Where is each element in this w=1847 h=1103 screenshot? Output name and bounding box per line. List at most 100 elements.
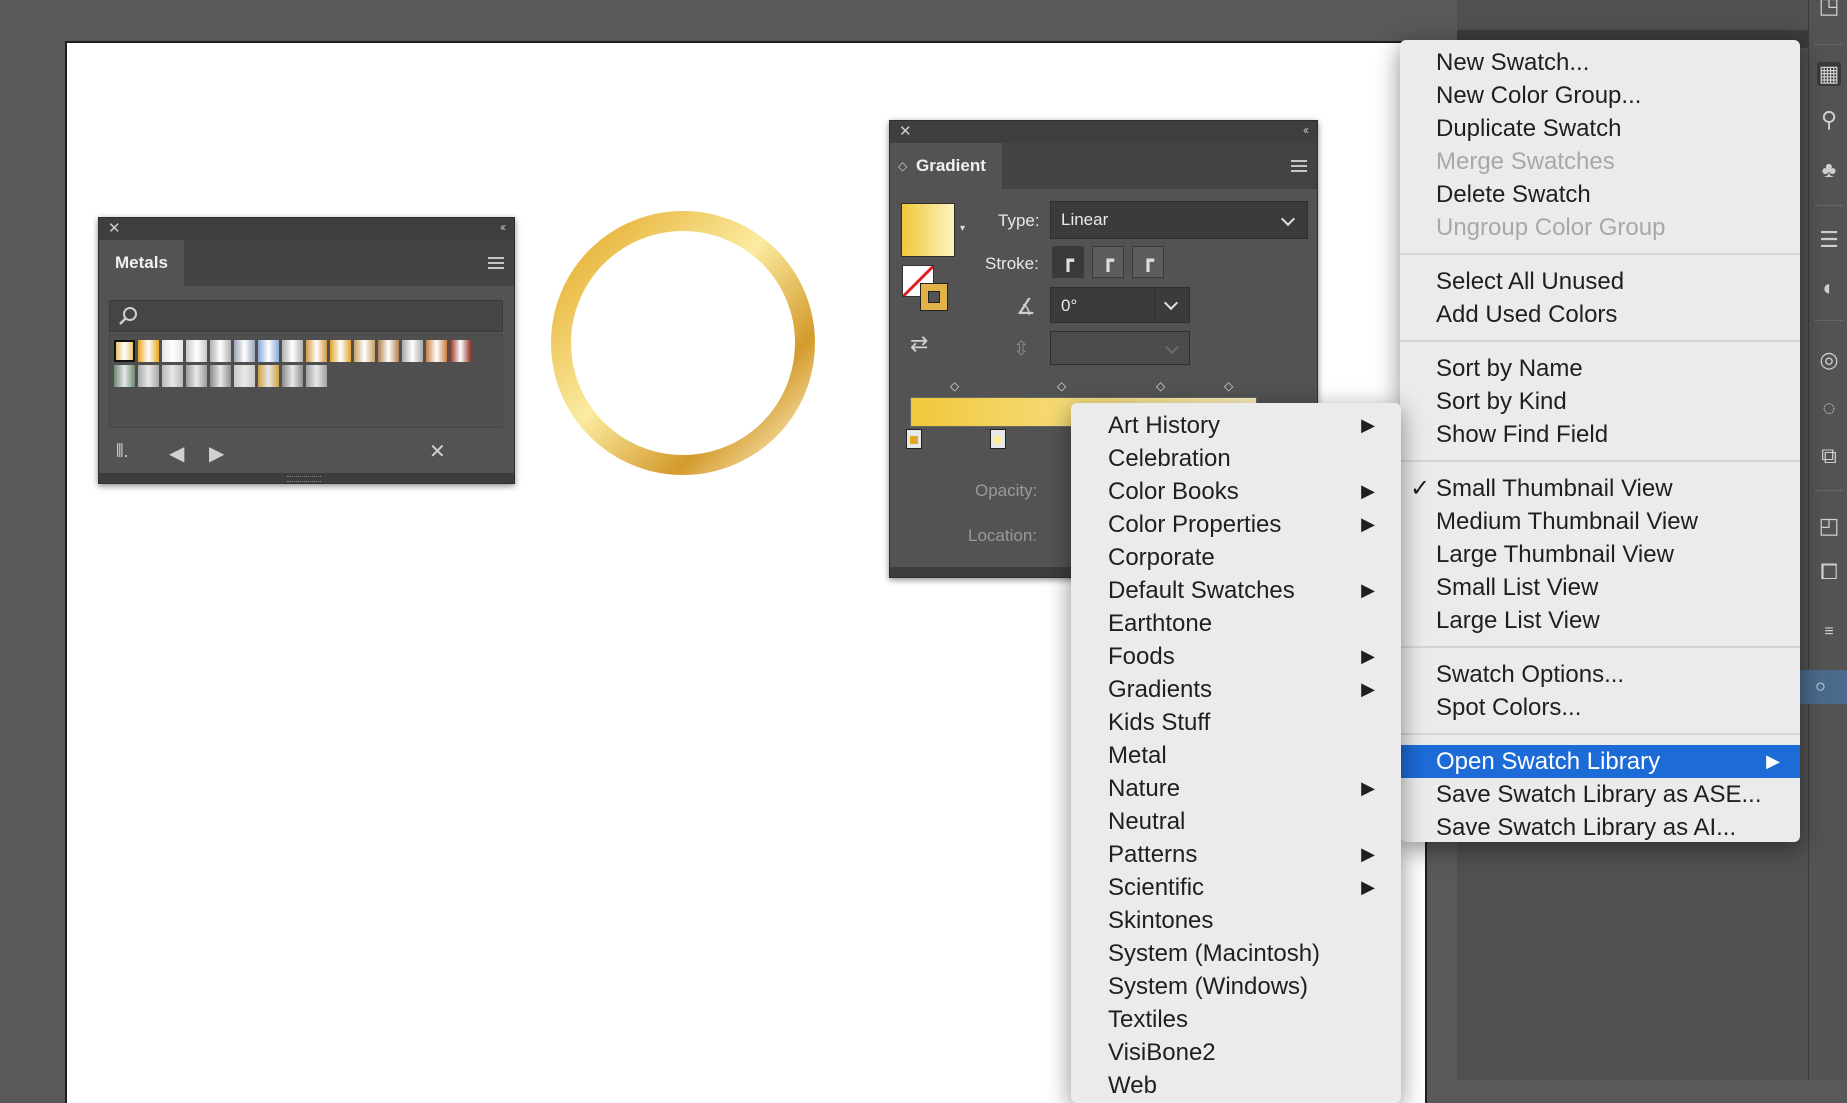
- stroke-within-button[interactable]: ┏: [1052, 246, 1084, 278]
- swatch[interactable]: [234, 340, 255, 362]
- swatch[interactable]: [282, 365, 303, 387]
- library-menu-item[interactable]: Foods ▶: [1071, 640, 1401, 673]
- swatch-libraries-menu-icon[interactable]: ⫴.: [116, 441, 129, 462]
- library-menu-item[interactable]: Kids Stuff: [1071, 706, 1401, 739]
- swatch-search-input[interactable]: [109, 300, 503, 332]
- library-menu-item[interactable]: Corporate: [1071, 541, 1401, 574]
- color-stop-1[interactable]: [906, 429, 922, 449]
- collapse-icon[interactable]: ‹‹: [1303, 123, 1309, 137]
- swatch[interactable]: [426, 340, 447, 362]
- close-icon[interactable]: ✕: [108, 219, 121, 237]
- library-menu-item[interactable]: Earthtone: [1071, 607, 1401, 640]
- swatch[interactable]: [114, 365, 135, 387]
- swatch-tool-icon[interactable]: ✕: [429, 439, 446, 464]
- swatch[interactable]: [330, 340, 351, 362]
- midpoint-diamond[interactable]: ◇: [1057, 379, 1066, 393]
- swatch[interactable]: [186, 340, 207, 362]
- library-menu-item[interactable]: Metal: [1071, 739, 1401, 772]
- layer-target-icon[interactable]: ○: [1815, 676, 1826, 697]
- swatch[interactable]: [306, 340, 327, 362]
- angle-input[interactable]: 0°: [1050, 287, 1190, 323]
- collapse-icon[interactable]: ‹‹: [500, 220, 506, 234]
- menu-item[interactable]: Swatch Options...: [1400, 658, 1800, 691]
- swatch[interactable]: [162, 340, 183, 362]
- swatch[interactable]: [210, 365, 231, 387]
- tab-metals[interactable]: Metals: [99, 240, 184, 286]
- library-menu-item[interactable]: VisiBone2: [1071, 1036, 1401, 1069]
- swatch[interactable]: [282, 340, 303, 362]
- swatch[interactable]: [402, 340, 423, 362]
- stroke-across-button[interactable]: ┏: [1132, 246, 1164, 278]
- gold-ring-artwork[interactable]: [548, 208, 818, 478]
- menu-item[interactable]: Sort by Name: [1400, 352, 1800, 385]
- menu-item[interactable]: Spot Colors...: [1400, 691, 1800, 724]
- menu-item[interactable]: Select All Unused: [1400, 265, 1800, 298]
- menu-item[interactable]: Small List View: [1400, 571, 1800, 604]
- library-menu-item[interactable]: Textiles: [1071, 1003, 1401, 1036]
- swatch[interactable]: [138, 340, 159, 362]
- menu-item[interactable]: Sort by Kind: [1400, 385, 1800, 418]
- tool-icon-top[interactable]: ◳: [1817, 0, 1841, 18]
- swatch[interactable]: [138, 365, 159, 387]
- gradient-preview-swatch[interactable]: [901, 203, 955, 257]
- menu-item[interactable]: Large List View: [1400, 604, 1800, 637]
- library-menu-item[interactable]: Gradients ▶: [1071, 673, 1401, 706]
- more-panels-icon[interactable]: ≡: [1817, 620, 1841, 644]
- menu-item[interactable]: ✓ Small Thumbnail View: [1400, 472, 1800, 505]
- gradient-dropdown-icon[interactable]: ▾: [960, 223, 965, 234]
- resize-grip[interactable]: [99, 473, 514, 483]
- appearance-panel-icon[interactable]: ◎: [1817, 348, 1841, 372]
- graphic-styles-panel-icon[interactable]: ◌: [1817, 396, 1841, 420]
- swatch[interactable]: [234, 365, 255, 387]
- gradient-type-select[interactable]: Linear: [1050, 201, 1308, 239]
- midpoint-diamond[interactable]: ◇: [1156, 379, 1165, 393]
- menu-item[interactable]: Show Find Field: [1400, 418, 1800, 451]
- panel-menu-icon[interactable]: [488, 257, 504, 269]
- close-icon[interactable]: ✕: [899, 122, 912, 140]
- menu-item[interactable]: Save Swatch Library as ASE...: [1400, 778, 1800, 811]
- menu-item[interactable]: Duplicate Swatch: [1400, 112, 1800, 145]
- color-stop-2[interactable]: [990, 429, 1006, 449]
- menu-item[interactable]: New Swatch...: [1400, 46, 1800, 79]
- menu-item[interactable]: Medium Thumbnail View: [1400, 505, 1800, 538]
- library-menu-item[interactable]: Nature ▶: [1071, 772, 1401, 805]
- layers-panel-icon[interactable]: ⧉: [1817, 444, 1841, 468]
- swatch-selected[interactable]: [114, 340, 135, 362]
- brushes-panel-icon[interactable]: ⚲: [1817, 108, 1841, 132]
- library-menu-item[interactable]: Scientific ▶: [1071, 871, 1401, 904]
- swatch[interactable]: [258, 365, 279, 387]
- library-menu-item[interactable]: Skintones: [1071, 904, 1401, 937]
- tab-gradient[interactable]: ◇ Gradient: [890, 143, 1002, 189]
- artboards-panel-icon[interactable]: ◰: [1817, 514, 1841, 538]
- menu-item[interactable]: Save Swatch Library as AI...: [1400, 811, 1800, 844]
- panel-titlebar[interactable]: ✕ ‹‹: [99, 218, 514, 240]
- symbols-panel-icon[interactable]: ♣: [1817, 158, 1841, 182]
- swatch[interactable]: [258, 340, 279, 362]
- next-library-icon[interactable]: ▶: [209, 441, 224, 466]
- library-menu-item[interactable]: Art History ▶: [1071, 409, 1401, 442]
- midpoint-diamond[interactable]: ◇: [950, 379, 959, 393]
- menu-item[interactable]: New Color Group...: [1400, 79, 1800, 112]
- midpoint-diamond[interactable]: ◇: [1224, 379, 1233, 393]
- selected-layer-strip[interactable]: ○: [1800, 670, 1847, 704]
- angle-dropdown[interactable]: [1154, 288, 1189, 322]
- menu-item[interactable]: Delete Swatch: [1400, 178, 1800, 211]
- library-menu-item[interactable]: Color Properties ▶: [1071, 508, 1401, 541]
- stroke-along-button[interactable]: ┏: [1092, 246, 1124, 278]
- reverse-gradient-icon[interactable]: ⇄: [910, 331, 928, 357]
- library-menu-item[interactable]: Neutral: [1071, 805, 1401, 838]
- library-menu-item[interactable]: Celebration: [1071, 442, 1401, 475]
- library-menu-item[interactable]: Default Swatches ▶: [1071, 574, 1401, 607]
- panel-menu-icon[interactable]: [1291, 160, 1307, 172]
- swatch[interactable]: [450, 340, 471, 362]
- library-menu-item[interactable]: System (Windows): [1071, 970, 1401, 1003]
- library-menu-item[interactable]: System (Macintosh): [1071, 937, 1401, 970]
- library-menu-item[interactable]: Color Books ▶: [1071, 475, 1401, 508]
- menu-item[interactable]: Large Thumbnail View: [1400, 538, 1800, 571]
- previous-library-icon[interactable]: ◀: [169, 441, 184, 466]
- swatch[interactable]: [186, 365, 207, 387]
- swatch[interactable]: [210, 340, 231, 362]
- tab-expand-icon[interactable]: ◇: [898, 143, 907, 189]
- stroke-gradient-icon[interactable]: [920, 283, 948, 311]
- library-menu-item[interactable]: Patterns ▶: [1071, 838, 1401, 871]
